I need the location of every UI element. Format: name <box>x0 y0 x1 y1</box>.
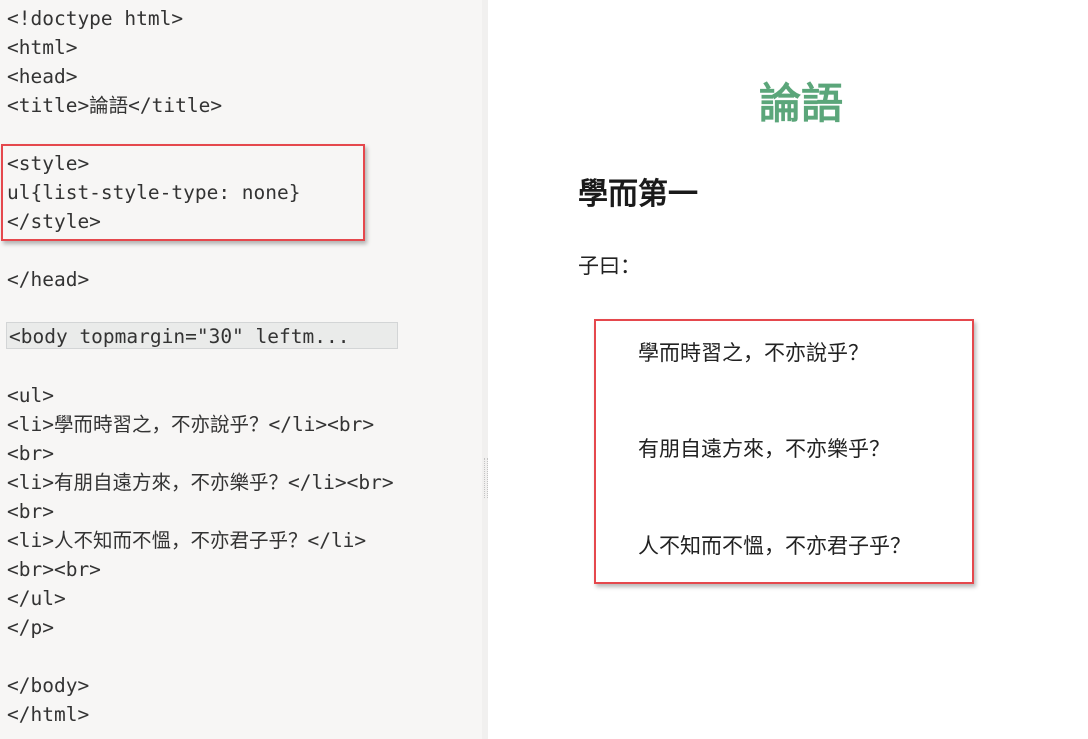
code-line[interactable]: <li>人不知而不慍，不亦君子乎？</li> <box>7 526 366 555</box>
section-heading: 學而第一 <box>578 177 698 212</box>
preview-pane: 論語 學而第一 子曰： 學而時習之，不亦說乎？ 有朋自遠方來，不亦樂乎？ 人不知… <box>488 0 1088 739</box>
code-line[interactable]: <br><br> <box>7 555 101 584</box>
code-line[interactable]: <html> <box>7 33 77 62</box>
code-line[interactable]: <head> <box>7 62 77 91</box>
code-line[interactable]: </ul> <box>7 584 66 613</box>
intro-text: 子曰： <box>578 254 641 278</box>
code-line[interactable]: <li>有朋自遠方來，不亦樂乎？</li><br> <box>7 468 394 497</box>
code-line[interactable]: <title>論語</title> <box>7 91 222 120</box>
highlight-box-style-block <box>1 144 365 241</box>
code-line[interactable]: <br> <box>7 497 54 526</box>
code-line[interactable]: </head> <box>7 265 89 294</box>
code-line[interactable]: </html> <box>7 700 89 729</box>
folded-code-block[interactable]: <body topmargin="30" leftm... <box>6 322 398 349</box>
page-title: 論語 <box>758 79 843 128</box>
highlight-box-list <box>594 319 974 584</box>
code-line[interactable]: <!doctype html> <box>7 4 183 33</box>
code-line[interactable]: <br> <box>7 439 54 468</box>
code-line[interactable]: </p> <box>7 613 54 642</box>
code-line[interactable]: <li>學而時習之，不亦說乎？</li><br> <box>7 410 374 439</box>
code-editor[interactable]: <!doctype html> <html> <head> <title>論語<… <box>0 0 482 739</box>
code-line[interactable]: <ul> <box>7 381 54 410</box>
code-line[interactable]: </body> <box>7 671 89 700</box>
app-window: <!doctype html> <html> <head> <title>論語<… <box>0 0 1088 739</box>
